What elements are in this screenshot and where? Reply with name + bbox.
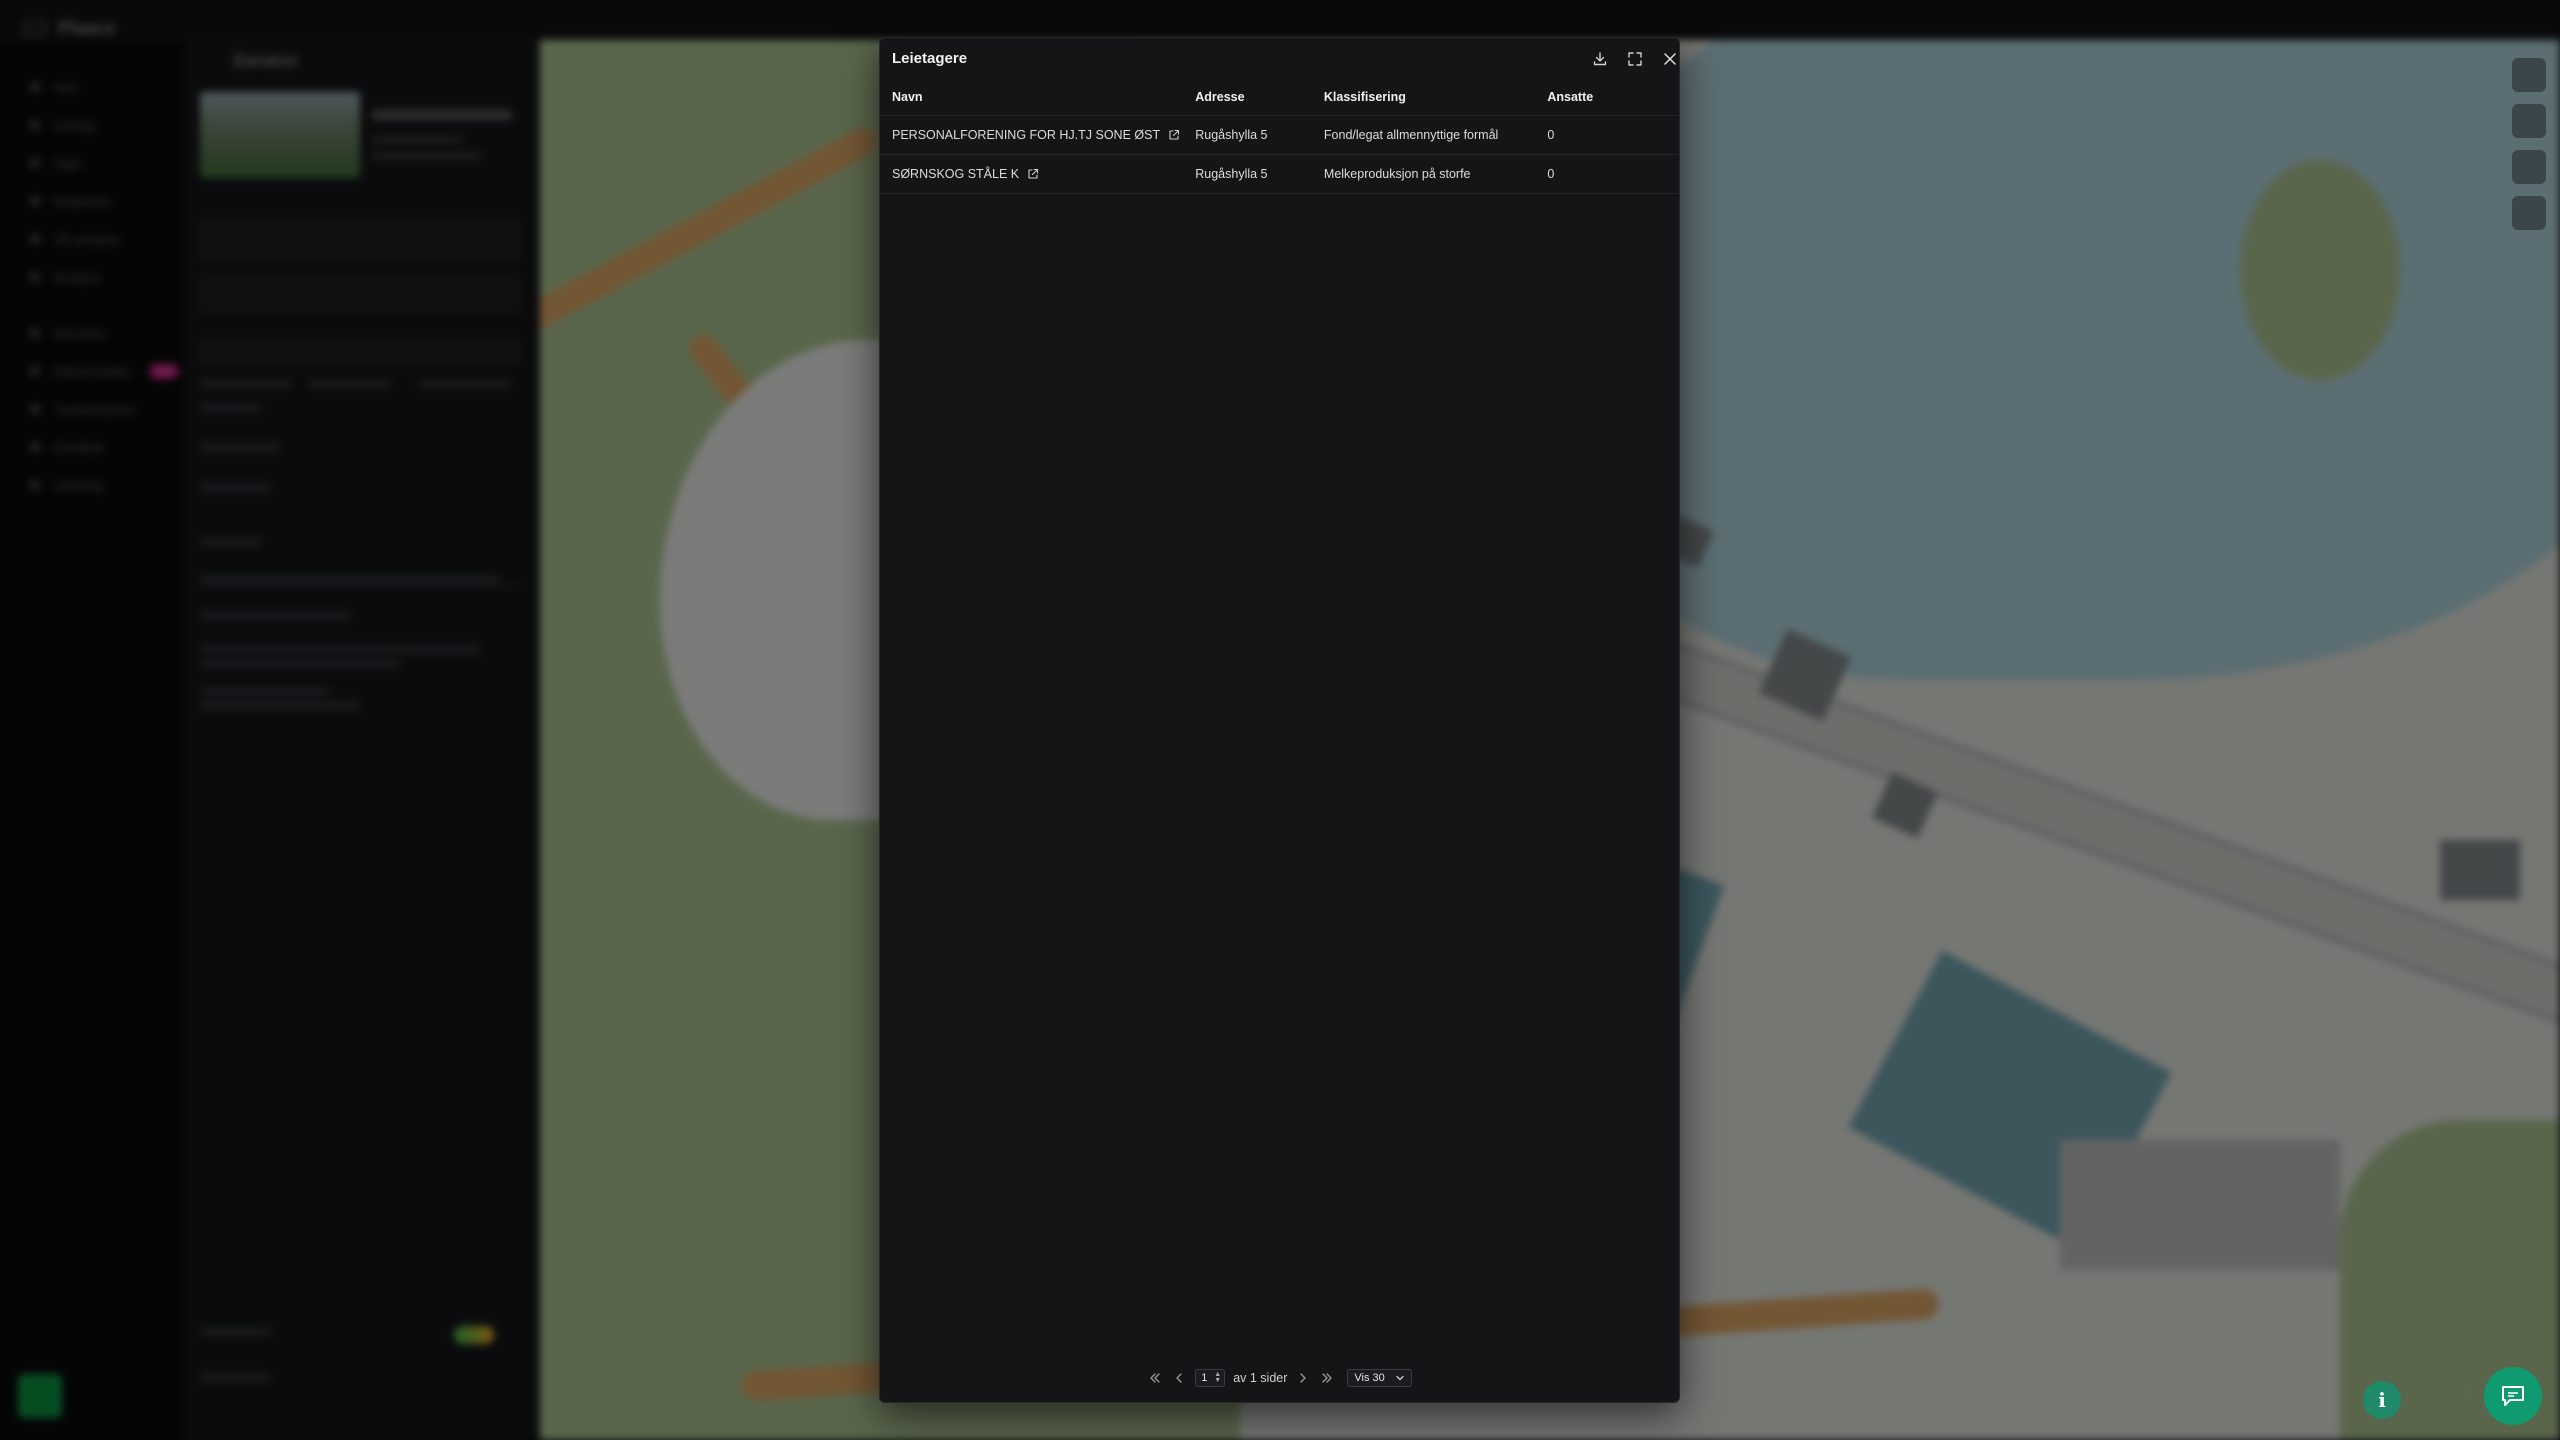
address-cell: Rugåshylla 5: [1195, 128, 1268, 142]
map-tool-button[interactable]: [2512, 104, 2546, 138]
tenants-table: Navn Adresse Klassifisering Ansatte PERS…: [880, 78, 1679, 194]
column-header-address[interactable]: Adresse: [1195, 90, 1324, 104]
drag-handle-icon[interactable]: ⋮⋮: [2463, 1382, 2493, 1406]
close-button[interactable]: [1658, 47, 1682, 71]
last-page-button[interactable]: [1319, 1370, 1335, 1386]
first-page-icon: [1150, 1373, 1160, 1383]
stepper-icon[interactable]: ▲ ▼: [1214, 1371, 1221, 1384]
tenant-name-link[interactable]: SØRNSKOG STÅLE K: [892, 167, 1019, 181]
table-row: PERSONALFORENING FOR HJ.TJ SONE ØST Rugå…: [880, 116, 1679, 155]
map-tool-button[interactable]: [2512, 150, 2546, 184]
expand-icon: [1628, 52, 1642, 66]
page-count-label: av 1 sider: [1233, 1371, 1288, 1385]
prev-page-icon: [1176, 1373, 1182, 1383]
close-icon: [1664, 53, 1676, 65]
expand-button[interactable]: [1623, 47, 1647, 71]
classification-cell: Fond/legat allmennyttige formål: [1323, 128, 1499, 142]
tenant-name-cell: SØRNSKOG STÅLE K: [880, 167, 1195, 181]
employees-cell: 0: [1547, 128, 1555, 142]
pagination: 1 ▲ ▼ av 1 sider Vis 30: [880, 1368, 1679, 1388]
chat-icon: [2502, 1386, 2524, 1406]
page-number-input[interactable]: 1 ▲ ▼: [1195, 1369, 1226, 1387]
next-page-button[interactable]: [1295, 1370, 1311, 1386]
chevron-down-icon: [1396, 1375, 1404, 1381]
classification-cell: Melkeproduksjon på storfe: [1323, 167, 1471, 181]
download-icon: [1593, 52, 1607, 66]
external-link-icon[interactable]: [1168, 129, 1180, 141]
table-row: SØRNSKOG STÅLE K Rugåshylla 5 Melkeprodu…: [880, 155, 1679, 194]
modal-title: Leietagere: [892, 50, 968, 67]
modal-header: Leietagere: [880, 38, 1679, 78]
chat-button[interactable]: [2484, 1367, 2542, 1425]
column-header-name[interactable]: Navn: [880, 90, 1195, 104]
column-header-classification[interactable]: Klassifisering: [1324, 90, 1547, 104]
next-page-icon: [1300, 1373, 1307, 1383]
info-icon[interactable]: i: [2363, 1381, 2401, 1419]
tenant-name-cell: PERSONALFORENING FOR HJ.TJ SONE ØST: [880, 128, 1195, 142]
table-header: Navn Adresse Klassifisering Ansatte: [880, 78, 1679, 116]
map-tool-button[interactable]: [2512, 58, 2546, 92]
page-size-select[interactable]: Vis 30: [1347, 1369, 1412, 1387]
prev-page-button[interactable]: [1171, 1370, 1187, 1386]
tenants-modal: Leietagere Navn Adresse Klassifisering A…: [879, 37, 1680, 1403]
map-toolbar: [2512, 58, 2546, 242]
page-number: 1: [1201, 1372, 1208, 1384]
first-page-button[interactable]: [1147, 1370, 1163, 1386]
map-tool-button[interactable]: [2512, 196, 2546, 230]
column-header-employees[interactable]: Ansatte: [1547, 90, 1679, 104]
external-link-icon[interactable]: [1027, 168, 1039, 180]
last-page-icon: [1322, 1373, 1333, 1383]
page-size-value: Vis 30: [1354, 1372, 1385, 1384]
tenant-name-link[interactable]: PERSONALFORENING FOR HJ.TJ SONE ØST: [892, 128, 1160, 142]
address-cell: Rugåshylla 5: [1195, 167, 1268, 181]
employees-cell: 0: [1547, 167, 1555, 181]
download-button[interactable]: [1588, 47, 1612, 71]
